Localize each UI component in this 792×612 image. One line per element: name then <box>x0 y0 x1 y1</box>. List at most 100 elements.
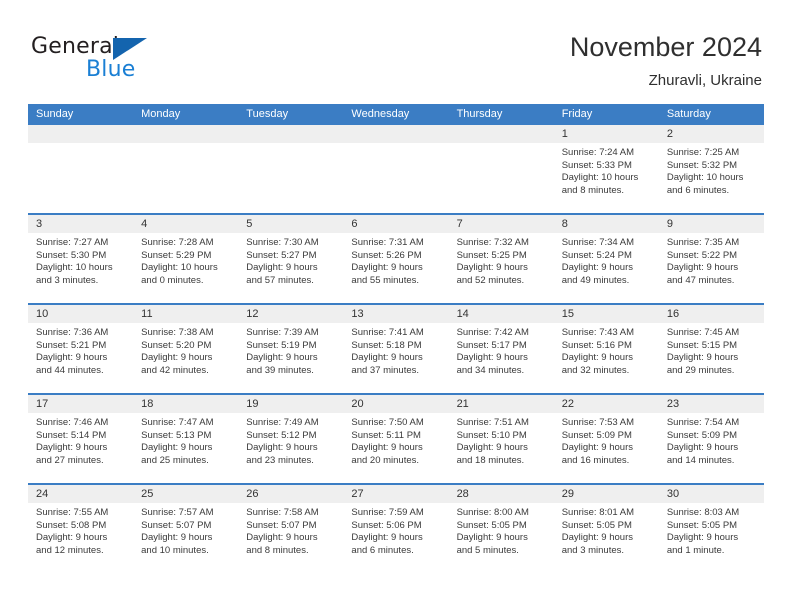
day-cell[interactable]: 6 Sunrise: 7:31 AM Sunset: 5:26 PM Daylight… <box>343 215 449 303</box>
day-cell[interactable]: 2 Sunrise: 7:25 AM Sunset: 5:32 PM Daylight… <box>658 125 764 213</box>
calendar-cell: 8 Sunrise: 7:34 AM Sunset: 5:24 PM Daylight… <box>553 213 659 304</box>
calendar-cell <box>133 125 239 214</box>
day-cell[interactable]: 21 Sunrise: 7:51 AM Sunset: 5:10 PM Dayligh… <box>448 395 554 483</box>
daylight-line-1: Daylight: 9 hours <box>351 352 423 364</box>
sunset-time: Sunset: 5:09 PM <box>561 429 632 441</box>
sunset-time: Sunset: 5:18 PM <box>351 339 422 351</box>
daylight-line-2: and 55 minutes. <box>351 274 420 286</box>
day-details: Sunrise: 7:27 AM Sunset: 5:30 PM Daylight:… <box>28 233 133 287</box>
day-details: Sunrise: 7:30 AM Sunset: 5:27 PM Daylight:… <box>238 233 343 287</box>
day-cell[interactable]: 25 Sunrise: 7:57 AM Sunset: 5:07 PM Dayligh… <box>133 485 239 573</box>
day-cell[interactable]: 24 Sunrise: 7:55 AM Sunset: 5:08 PM Dayligh… <box>28 485 134 573</box>
day-details: Sunrise: 7:45 AM Sunset: 5:15 PM Daylight:… <box>659 323 764 377</box>
day-number: 11 <box>133 305 239 323</box>
calendar-body: 1 Sunrise: 7:24 AM Sunset: 5:33 PM Daylight… <box>28 125 764 573</box>
weekday-header-friday: Friday <box>553 104 659 125</box>
sunset-time: Sunset: 5:14 PM <box>36 429 107 441</box>
day-cell[interactable]: 7 Sunrise: 7:32 AM Sunset: 5:25 PM Daylight… <box>448 215 554 303</box>
day-cell[interactable]: 11 Sunrise: 7:38 AM Sunset: 5:20 PM Dayligh… <box>133 305 239 393</box>
daylight-line-2: and 27 minutes. <box>36 454 104 466</box>
day-cell[interactable]: 30 Sunrise: 8:03 AM Sunset: 5:05 PM Dayligh… <box>658 485 764 573</box>
day-cell[interactable]: 16 Sunrise: 7:45 AM Sunset: 5:15 PM Dayligh… <box>658 305 764 393</box>
day-cell-empty <box>448 125 554 213</box>
calendar-cell: 24 Sunrise: 7:55 AM Sunset: 5:08 PM Dayligh… <box>28 483 134 573</box>
day-details: Sunrise: 7:54 AM Sunset: 5:09 PM Daylight:… <box>659 413 764 467</box>
brand-logo[interactable]: General Blue <box>31 34 231 90</box>
daylight-line-2: and 16 minutes. <box>561 454 630 466</box>
day-cell[interactable]: 14 Sunrise: 7:42 AM Sunset: 5:17 PM Dayligh… <box>448 305 554 393</box>
sunset-time: Sunset: 5:06 PM <box>351 519 422 531</box>
calendar-cell: 12 Sunrise: 7:39 AM Sunset: 5:19 PM Dayligh… <box>238 303 344 394</box>
day-cell-empty <box>238 125 344 213</box>
day-details: Sunrise: 7:24 AM Sunset: 5:33 PM Daylight:… <box>554 143 659 197</box>
day-cell[interactable]: 29 Sunrise: 8:01 AM Sunset: 5:05 PM Dayligh… <box>553 485 659 573</box>
calendar-week-row: 10 Sunrise: 7:36 AM Sunset: 5:21 PM Dayligh… <box>28 303 764 394</box>
day-cell[interactable]: 28 Sunrise: 8:00 AM Sunset: 5:05 PM Dayligh… <box>448 485 554 573</box>
day-cell[interactable]: 3 Sunrise: 7:27 AM Sunset: 5:30 PM Daylight… <box>28 215 134 303</box>
day-cell[interactable]: 19 Sunrise: 7:49 AM Sunset: 5:12 PM Dayligh… <box>238 395 344 483</box>
daylight-line-1: Daylight: 10 hours <box>561 172 639 184</box>
day-cell-empty <box>28 125 134 213</box>
day-number: 28 <box>448 485 554 503</box>
daylight-line-2: and 8 minutes. <box>561 184 625 196</box>
day-cell[interactable]: 26 Sunrise: 7:58 AM Sunset: 5:07 PM Dayligh… <box>238 485 344 573</box>
calendar-cell: 25 Sunrise: 7:57 AM Sunset: 5:07 PM Dayligh… <box>133 483 239 573</box>
day-number: 24 <box>28 485 134 503</box>
daylight-line-2: and 5 minutes. <box>456 544 519 556</box>
day-cell-empty <box>343 125 449 213</box>
day-details: Sunrise: 7:46 AM Sunset: 5:14 PM Daylight:… <box>28 413 133 467</box>
sunset-time: Sunset: 5:07 PM <box>141 519 212 531</box>
daylight-line-1: Daylight: 9 hours <box>246 352 318 364</box>
day-cell[interactable]: 23 Sunrise: 7:54 AM Sunset: 5:09 PM Dayligh… <box>658 395 764 483</box>
sunrise-time: Sunrise: 7:57 AM <box>141 507 214 518</box>
calendar-cell: 30 Sunrise: 8:03 AM Sunset: 5:05 PM Dayligh… <box>658 483 764 573</box>
day-cell[interactable]: 15 Sunrise: 7:43 AM Sunset: 5:16 PM Dayligh… <box>553 305 659 393</box>
daylight-line-1: Daylight: 9 hours <box>246 262 318 274</box>
day-cell[interactable]: 12 Sunrise: 7:39 AM Sunset: 5:19 PM Dayligh… <box>238 305 344 393</box>
day-cell[interactable]: 4 Sunrise: 7:28 AM Sunset: 5:29 PM Daylight… <box>133 215 239 303</box>
calendar-cell <box>448 125 554 214</box>
day-cell[interactable]: 17 Sunrise: 7:46 AM Sunset: 5:14 PM Dayligh… <box>28 395 134 483</box>
sunrise-time: Sunrise: 8:00 AM <box>456 507 529 518</box>
daylight-line-2: and 6 minutes. <box>351 544 414 556</box>
day-cell[interactable]: 27 Sunrise: 7:59 AM Sunset: 5:06 PM Dayligh… <box>343 485 449 573</box>
calendar-cell: 1 Sunrise: 7:24 AM Sunset: 5:33 PM Daylight… <box>553 125 659 214</box>
day-details: Sunrise: 7:32 AM Sunset: 5:25 PM Daylight:… <box>449 233 554 287</box>
day-cell[interactable]: 10 Sunrise: 7:36 AM Sunset: 5:21 PM Dayligh… <box>28 305 134 393</box>
sunset-time: Sunset: 5:33 PM <box>561 159 632 171</box>
day-details: Sunrise: 7:38 AM Sunset: 5:20 PM Daylight:… <box>133 323 238 377</box>
calendar-cell <box>28 125 134 214</box>
daylight-line-1: Daylight: 9 hours <box>36 352 108 364</box>
daylight-line-2: and 25 minutes. <box>141 454 209 466</box>
day-number: 2 <box>658 125 764 143</box>
daylight-line-2: and 44 minutes. <box>36 364 104 376</box>
day-number: 15 <box>553 305 659 323</box>
day-number: 22 <box>553 395 659 413</box>
day-cell[interactable]: 1 Sunrise: 7:24 AM Sunset: 5:33 PM Daylight… <box>553 125 659 213</box>
sunset-time: Sunset: 5:16 PM <box>561 339 632 351</box>
daylight-line-1: Daylight: 9 hours <box>666 532 739 544</box>
day-cell[interactable]: 5 Sunrise: 7:30 AM Sunset: 5:27 PM Daylight… <box>238 215 344 303</box>
day-details: Sunrise: 7:58 AM Sunset: 5:07 PM Daylight:… <box>238 503 343 557</box>
sunrise-time: Sunrise: 7:47 AM <box>141 417 214 428</box>
day-cell[interactable]: 8 Sunrise: 7:34 AM Sunset: 5:24 PM Daylight… <box>553 215 659 303</box>
calendar-header-row: Sunday Monday Tuesday Wednesday Thursday… <box>28 104 764 125</box>
calendar-week-row: 1 Sunrise: 7:24 AM Sunset: 5:33 PM Daylight… <box>28 125 764 214</box>
daylight-line-1: Daylight: 10 hours <box>141 262 218 274</box>
sunset-time: Sunset: 5:26 PM <box>351 249 422 261</box>
daylight-line-1: Daylight: 9 hours <box>456 352 528 364</box>
day-cell[interactable]: 22 Sunrise: 7:53 AM Sunset: 5:09 PM Dayligh… <box>553 395 659 483</box>
daylight-line-2: and 23 minutes. <box>246 454 314 466</box>
day-cell[interactable]: 20 Sunrise: 7:50 AM Sunset: 5:11 PM Dayligh… <box>343 395 449 483</box>
day-cell[interactable]: 18 Sunrise: 7:47 AM Sunset: 5:13 PM Dayligh… <box>133 395 239 483</box>
daylight-line-2: and 14 minutes. <box>666 454 735 466</box>
day-cell[interactable]: 13 Sunrise: 7:41 AM Sunset: 5:18 PM Dayligh… <box>343 305 449 393</box>
day-details: Sunrise: 8:01 AM Sunset: 5:05 PM Daylight:… <box>554 503 659 557</box>
day-cell[interactable]: 9 Sunrise: 7:35 AM Sunset: 5:22 PM Daylight… <box>658 215 764 303</box>
sunset-time: Sunset: 5:19 PM <box>246 339 317 351</box>
day-details: Sunrise: 8:03 AM Sunset: 5:05 PM Daylight:… <box>659 503 764 557</box>
calendar-cell: 10 Sunrise: 7:36 AM Sunset: 5:21 PM Dayligh… <box>28 303 134 394</box>
daylight-line-2: and 39 minutes. <box>246 364 314 376</box>
daylight-line-1: Daylight: 9 hours <box>561 262 633 274</box>
weekday-header-thursday: Thursday <box>448 104 554 125</box>
